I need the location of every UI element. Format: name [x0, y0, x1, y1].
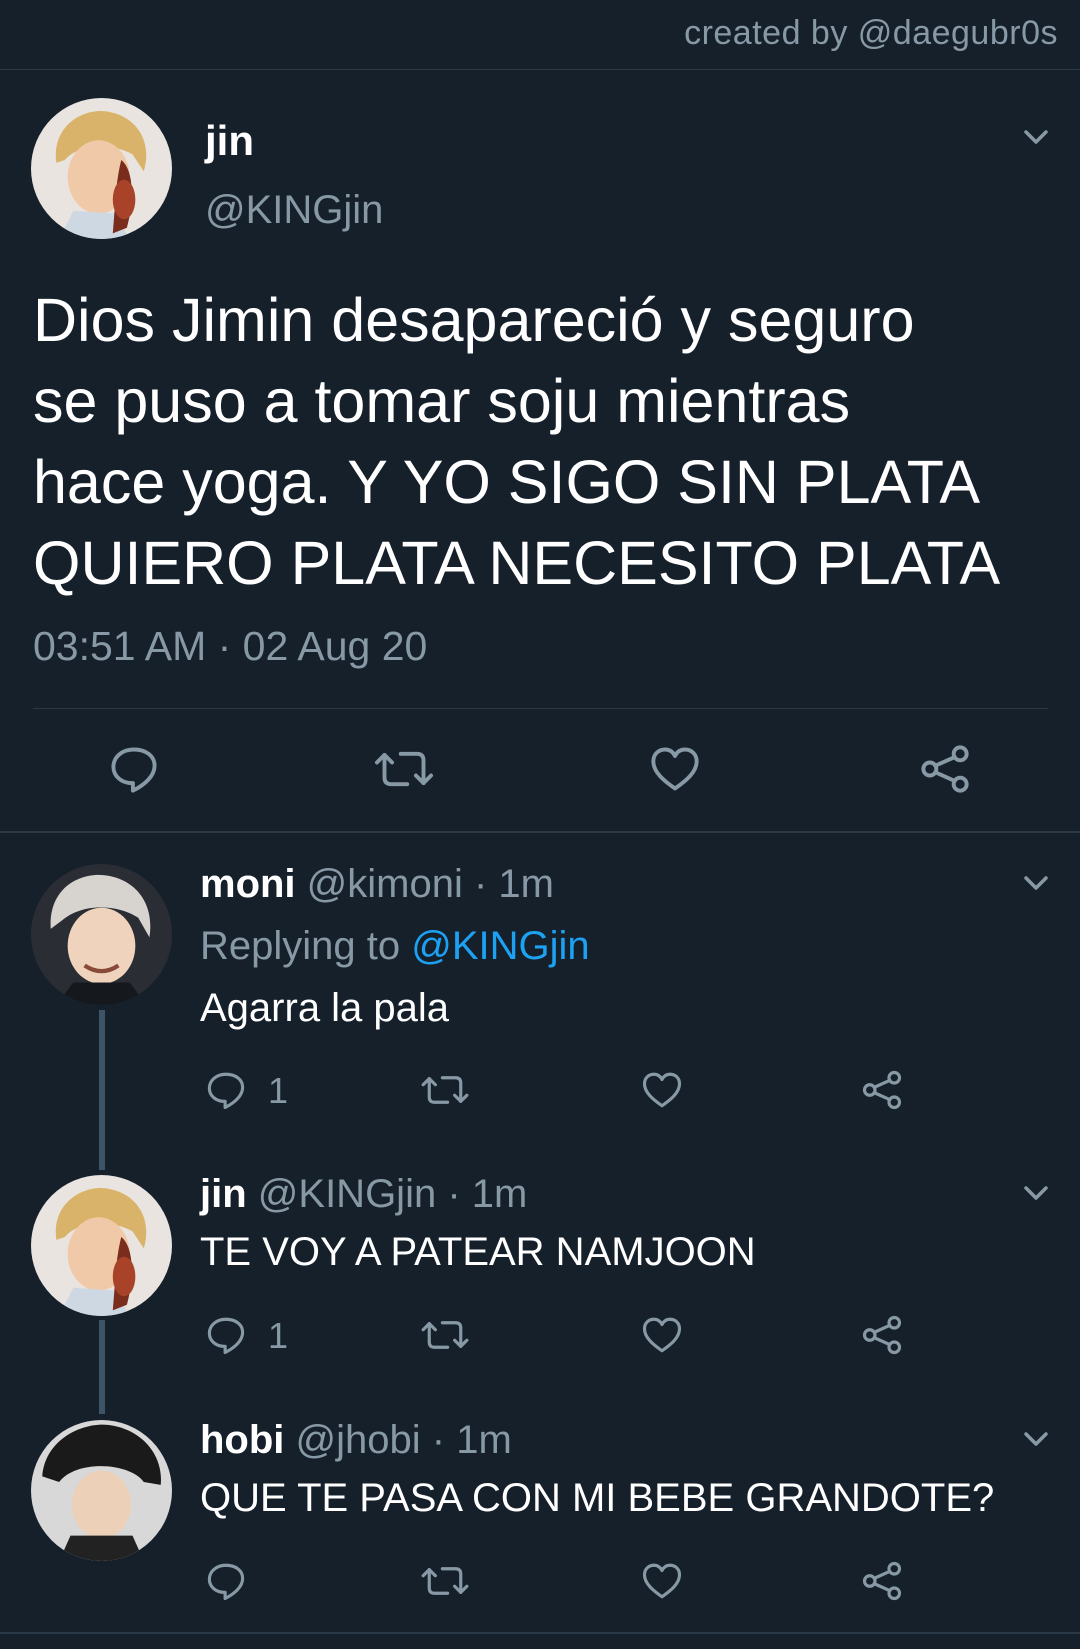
share-icon[interactable] — [861, 1314, 903, 1356]
thread-line — [99, 1010, 105, 1170]
retweet-icon[interactable] — [420, 1069, 470, 1111]
retweet-icon[interactable] — [373, 743, 435, 795]
reply-author-name[interactable]: hobi — [200, 1418, 284, 1462]
reply-icon[interactable] — [205, 1560, 247, 1602]
replying-to-label: Replying to — [200, 924, 412, 968]
divider — [0, 1632, 1080, 1634]
tweet-text-line: QUIERO PLATA NECESITO PLATA — [33, 529, 1001, 597]
divider — [33, 708, 1048, 709]
credit-text: created by @daegubr0s — [684, 14, 1058, 52]
tweet-text-line: Dios Jimin desapareció y seguro — [33, 286, 915, 354]
share-icon[interactable] — [861, 1069, 903, 1111]
tweet-text-line: se puso a tomar soju mientras — [33, 367, 851, 435]
share-icon[interactable] — [861, 1560, 903, 1602]
replying-to: Replying to @KINGjin — [200, 924, 590, 969]
reply-text: QUE TE PASA CON MI BEBE GRANDOTE? — [200, 1476, 995, 1520]
like-icon[interactable] — [649, 743, 701, 795]
reply-header: jin @KINGjin · 1m — [200, 1172, 527, 1217]
divider — [0, 831, 1080, 833]
chevron-down-icon[interactable] — [1021, 868, 1051, 898]
reply-author-name[interactable]: moni — [200, 862, 296, 906]
like-icon[interactable] — [641, 1314, 683, 1356]
reply-header: moni @kimoni · 1m — [200, 862, 554, 907]
avatar[interactable] — [31, 1420, 172, 1561]
chevron-down-icon[interactable] — [1021, 1424, 1051, 1454]
author-name[interactable]: jin — [205, 117, 254, 165]
reply-header: hobi @jhobi · 1m — [200, 1418, 512, 1463]
avatar[interactable] — [31, 1175, 172, 1316]
reply-icon[interactable] — [205, 1314, 247, 1356]
retweet-icon[interactable] — [420, 1314, 470, 1356]
thread-line — [99, 1320, 105, 1414]
reply-handle-time: @jhobi · 1m — [284, 1418, 512, 1462]
retweet-icon[interactable] — [420, 1560, 470, 1602]
chevron-down-icon[interactable] — [1021, 1178, 1051, 1208]
reply-author-name[interactable]: jin — [200, 1172, 247, 1216]
author-handle[interactable]: @KINGjin — [205, 188, 383, 233]
like-icon[interactable] — [641, 1560, 683, 1602]
chevron-down-icon[interactable] — [1021, 122, 1051, 152]
reply-text: TE VOY A PATEAR NAMJOON — [200, 1230, 756, 1274]
tweet-text: Dios Jimin desapareció y seguro se puso … — [33, 280, 1043, 604]
top-bar: created by @daegubr0s — [0, 0, 1080, 70]
avatar[interactable] — [31, 98, 172, 239]
share-icon[interactable] — [919, 743, 971, 795]
reply-count: 1 — [268, 1070, 289, 1111]
reply-icon[interactable] — [205, 1069, 247, 1111]
reply-handle-time: @kimoni · 1m — [295, 862, 554, 906]
reply-text: Agarra la pala — [200, 986, 450, 1030]
reply-count: 1 — [268, 1315, 289, 1356]
tweet-text-line: hace yoga. Y YO SIGO SIN PLATA — [33, 448, 981, 516]
tweet-timestamp: 03:51 AM · 02 Aug 20 — [33, 623, 428, 669]
like-icon[interactable] — [641, 1069, 683, 1111]
reply-icon[interactable] — [108, 743, 160, 795]
avatar[interactable] — [31, 864, 172, 1005]
mention-link[interactable]: @KINGjin — [411, 924, 589, 968]
reply-handle-time: @KINGjin · 1m — [246, 1172, 528, 1216]
